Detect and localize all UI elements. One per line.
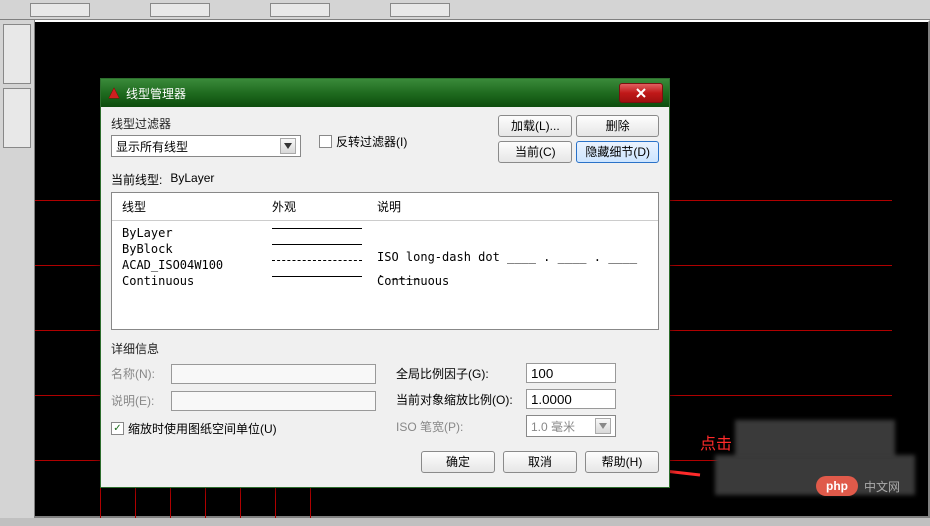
hide-detail-button[interactable]: 隐藏细节(D) — [576, 141, 659, 163]
linetype-name: Continuous — [122, 273, 272, 289]
chevron-down-icon — [280, 138, 296, 154]
watermark: php 中文网 — [816, 476, 900, 496]
filter-label: 线型过滤器 — [111, 115, 301, 132]
details-title: 详细信息 — [111, 340, 659, 357]
appearance-preview — [272, 228, 362, 240]
col-name: 线型 — [122, 198, 272, 215]
current-linetype-label: 当前线型: — [111, 171, 162, 188]
left-tool-strip — [0, 20, 35, 518]
invert-filter-label: 反转过滤器(I) — [336, 133, 407, 150]
linetype-name: ByLayer — [122, 225, 272, 241]
linetype-list[interactable]: 线型 外观 说明 ByLayer ByBlock ACAD_ISO04W100 — [111, 192, 659, 330]
object-scale-field[interactable] — [526, 389, 616, 409]
toolbar-segment — [30, 3, 90, 17]
iso-pen-label: ISO 笔宽(P): — [396, 418, 526, 435]
app-icon — [107, 86, 121, 100]
toolbar-segment — [270, 3, 330, 17]
watermark-text: 中文网 — [864, 478, 900, 495]
current-linetype-row: 当前线型: ByLayer — [111, 171, 659, 188]
dropdown-text: 显示所有线型 — [116, 138, 188, 155]
invert-filter-checkbox-wrap: 反转过滤器(I) — [319, 133, 407, 150]
dialog-body: 线型过滤器 显示所有线型 反转过滤器(I) 加载(L)... 删除 当前(C) … — [101, 107, 669, 487]
current-button[interactable]: 当前(C) — [498, 141, 572, 163]
list-rows: ByLayer ByBlock ACAD_ISO04W100 ISO long-… — [112, 221, 658, 293]
linetype-name: ByBlock — [122, 241, 272, 257]
ok-button[interactable]: 确定 — [421, 451, 495, 473]
close-icon — [635, 87, 647, 99]
annotation-text: 点击 — [700, 430, 732, 454]
cancel-button[interactable]: 取消 — [503, 451, 577, 473]
chevron-down-icon — [595, 418, 611, 434]
linetype-desc: Continuous — [377, 273, 648, 289]
paperspace-scale-checkbox[interactable]: ✓ — [111, 422, 124, 435]
toolbar-segment — [150, 3, 210, 17]
list-item[interactable]: ACAD_ISO04W100 ISO long-dash dot ____ . … — [122, 257, 648, 273]
tool-slot — [3, 88, 31, 148]
details-group: 详细信息 名称(N): 说明(E): ✓ 缩放时使用图纸空间单位(U) 全局比例… — [111, 340, 659, 437]
php-badge: php — [816, 476, 858, 496]
current-linetype-value: ByLayer — [170, 171, 214, 188]
top-right-buttons: 加载(L)... 删除 当前(C) 隐藏细节(D) — [498, 115, 659, 163]
name-field[interactable] — [171, 364, 376, 384]
iso-pen-value: 1.0 毫米 — [531, 418, 575, 435]
list-item[interactable]: Continuous Continuous — [122, 273, 648, 289]
tool-slot — [3, 24, 31, 84]
toolbar-segment — [390, 3, 450, 17]
paperspace-scale-label: 缩放时使用图纸空间单位(U) — [128, 420, 277, 437]
object-scale-label: 当前对象缩放比例(O): — [396, 391, 526, 408]
name-label: 名称(N): — [111, 365, 171, 382]
filter-row: 线型过滤器 显示所有线型 反转过滤器(I) 加载(L)... 删除 当前(C) … — [111, 115, 659, 163]
col-appearance: 外观 — [272, 198, 377, 215]
dialog-footer: 确定 取消 帮助(H) — [111, 451, 659, 479]
linetype-name: ACAD_ISO04W100 — [122, 257, 272, 273]
help-button[interactable]: 帮助(H) — [585, 451, 659, 473]
close-button[interactable] — [619, 83, 663, 103]
invert-filter-checkbox[interactable] — [319, 135, 332, 148]
appearance-preview — [272, 276, 362, 288]
delete-button[interactable]: 删除 — [576, 115, 659, 137]
global-scale-field[interactable] — [526, 363, 616, 383]
app-top-toolbar — [0, 0, 930, 20]
list-header: 线型 外观 说明 — [112, 193, 658, 221]
filter-dropdown[interactable]: 显示所有线型 — [111, 135, 301, 157]
linetype-manager-dialog: 线型管理器 线型过滤器 显示所有线型 反转过滤器(I) 加载(L)... — [100, 78, 670, 488]
iso-pen-dropdown[interactable]: 1.0 毫米 — [526, 415, 616, 437]
blurred-region — [735, 420, 895, 460]
global-scale-label: 全局比例因子(G): — [396, 365, 526, 382]
dialog-title-bar[interactable]: 线型管理器 — [101, 79, 669, 107]
desc-label: 说明(E): — [111, 392, 171, 409]
dialog-title: 线型管理器 — [126, 85, 619, 102]
desc-field[interactable] — [171, 391, 376, 411]
list-item[interactable]: ByLayer — [122, 225, 648, 241]
appearance-preview — [272, 260, 362, 272]
load-button[interactable]: 加载(L)... — [498, 115, 572, 137]
appearance-preview — [272, 244, 362, 256]
col-description: 说明 — [377, 198, 648, 215]
